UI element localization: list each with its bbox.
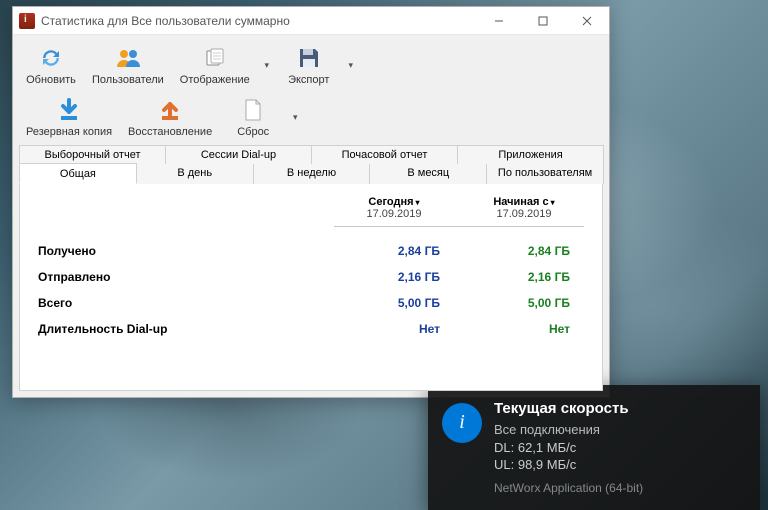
restore-button[interactable]: Восстановление (121, 91, 219, 143)
tab-hourly-report[interactable]: Почасовой отчет (311, 145, 458, 164)
row-sent-label: Отправлено (38, 270, 324, 284)
notification-app: NetWorx Application (64-bit) (494, 480, 643, 496)
row-received-label: Получено (38, 244, 324, 258)
dropdown-icon: ▾ (416, 198, 420, 207)
notification-subtitle: Все подключения (494, 421, 643, 439)
col-today-header[interactable]: Сегодня▾ 17.09.2019 (334, 196, 454, 220)
tab-dialup-sessions[interactable]: Сессии Dial-up (165, 145, 312, 164)
total-today: 5,00 ГБ (334, 296, 454, 310)
notification-title: Текущая скорость (494, 399, 643, 419)
minimize-button[interactable] (477, 7, 521, 35)
sent-since: 2,16 ГБ (464, 270, 584, 284)
display-label: Отображение (180, 74, 250, 86)
users-button[interactable]: Пользователи (85, 39, 171, 91)
close-button[interactable] (565, 7, 609, 35)
reset-dropdown[interactable]: ▾ (287, 102, 303, 133)
tab-applications[interactable]: Приложения (457, 145, 604, 164)
tab-per-month[interactable]: В месяц (369, 164, 487, 184)
notification-dl: DL: 62,1 МБ/с (494, 439, 643, 457)
notification-body: Текущая скорость Все подключения DL: 62,… (494, 399, 643, 496)
tab-custom-report[interactable]: Выборочный отчет (19, 145, 166, 164)
refresh-button[interactable]: Обновить (19, 39, 83, 91)
notification-ul: UL: 98,9 МБ/с (494, 456, 643, 474)
row-dialup-label: Длительность Dial-up (38, 322, 324, 336)
info-icon: i (442, 403, 482, 443)
export-label: Экспорт (288, 74, 329, 86)
restore-label: Восстановление (128, 126, 212, 138)
save-icon (295, 44, 323, 72)
speed-notification[interactable]: i Текущая скорость Все подключения DL: 6… (428, 385, 760, 510)
tabs-area: Выборочный отчет Сессии Dial-up Почасово… (13, 143, 609, 397)
display-icon (201, 44, 229, 72)
download-icon (55, 96, 83, 124)
refresh-label: Обновить (26, 74, 76, 86)
display-dropdown[interactable]: ▾ (259, 50, 275, 81)
maximize-button[interactable] (521, 7, 565, 35)
titlebar: Статистика для Все пользователи суммарно (13, 7, 609, 35)
col-today-date: 17.09.2019 (334, 208, 454, 220)
tab-general[interactable]: Общая (19, 163, 137, 184)
users-label: Пользователи (92, 74, 164, 86)
col-since-date: 17.09.2019 (464, 208, 584, 220)
tab-per-user[interactable]: По пользователям (486, 164, 604, 184)
row-total-label: Всего (38, 296, 324, 310)
dialup-since: Нет (464, 322, 584, 336)
export-button[interactable]: Экспорт (277, 39, 341, 91)
refresh-icon (37, 44, 65, 72)
backup-button[interactable]: Резервная копия (19, 91, 119, 143)
app-icon (19, 13, 35, 29)
tab-per-week[interactable]: В неделю (253, 164, 371, 184)
window-title: Статистика для Все пользователи суммарно (41, 14, 477, 28)
sent-today: 2,16 ГБ (334, 270, 454, 284)
stats-window: Статистика для Все пользователи суммарно… (12, 6, 610, 398)
dialup-today: Нет (334, 322, 454, 336)
upload-icon (156, 96, 184, 124)
received-today: 2,84 ГБ (334, 244, 454, 258)
tab-per-day[interactable]: В день (136, 164, 254, 184)
users-icon (114, 44, 142, 72)
export-dropdown[interactable]: ▾ (343, 50, 359, 81)
received-since: 2,84 ГБ (464, 244, 584, 258)
tab-row-top: Выборочный отчет Сессии Dial-up Почасово… (19, 145, 603, 164)
stats-content: Сегодня▾ 17.09.2019 Начиная с▾ 17.09.201… (19, 184, 603, 391)
total-since: 5,00 ГБ (464, 296, 584, 310)
col-since-header[interactable]: Начиная с▾ 17.09.2019 (464, 196, 584, 220)
dropdown-icon: ▾ (551, 198, 555, 207)
backup-label: Резервная копия (26, 126, 112, 138)
tab-row-bottom: Общая В день В неделю В месяц По пользов… (19, 164, 603, 184)
reset-label: Сброс (237, 126, 269, 138)
reset-button[interactable]: Сброс (221, 91, 285, 143)
toolbar: Обновить Пользователи Отображение ▾ Эксп… (13, 35, 609, 143)
display-button[interactable]: Отображение (173, 39, 257, 91)
document-icon (239, 96, 267, 124)
